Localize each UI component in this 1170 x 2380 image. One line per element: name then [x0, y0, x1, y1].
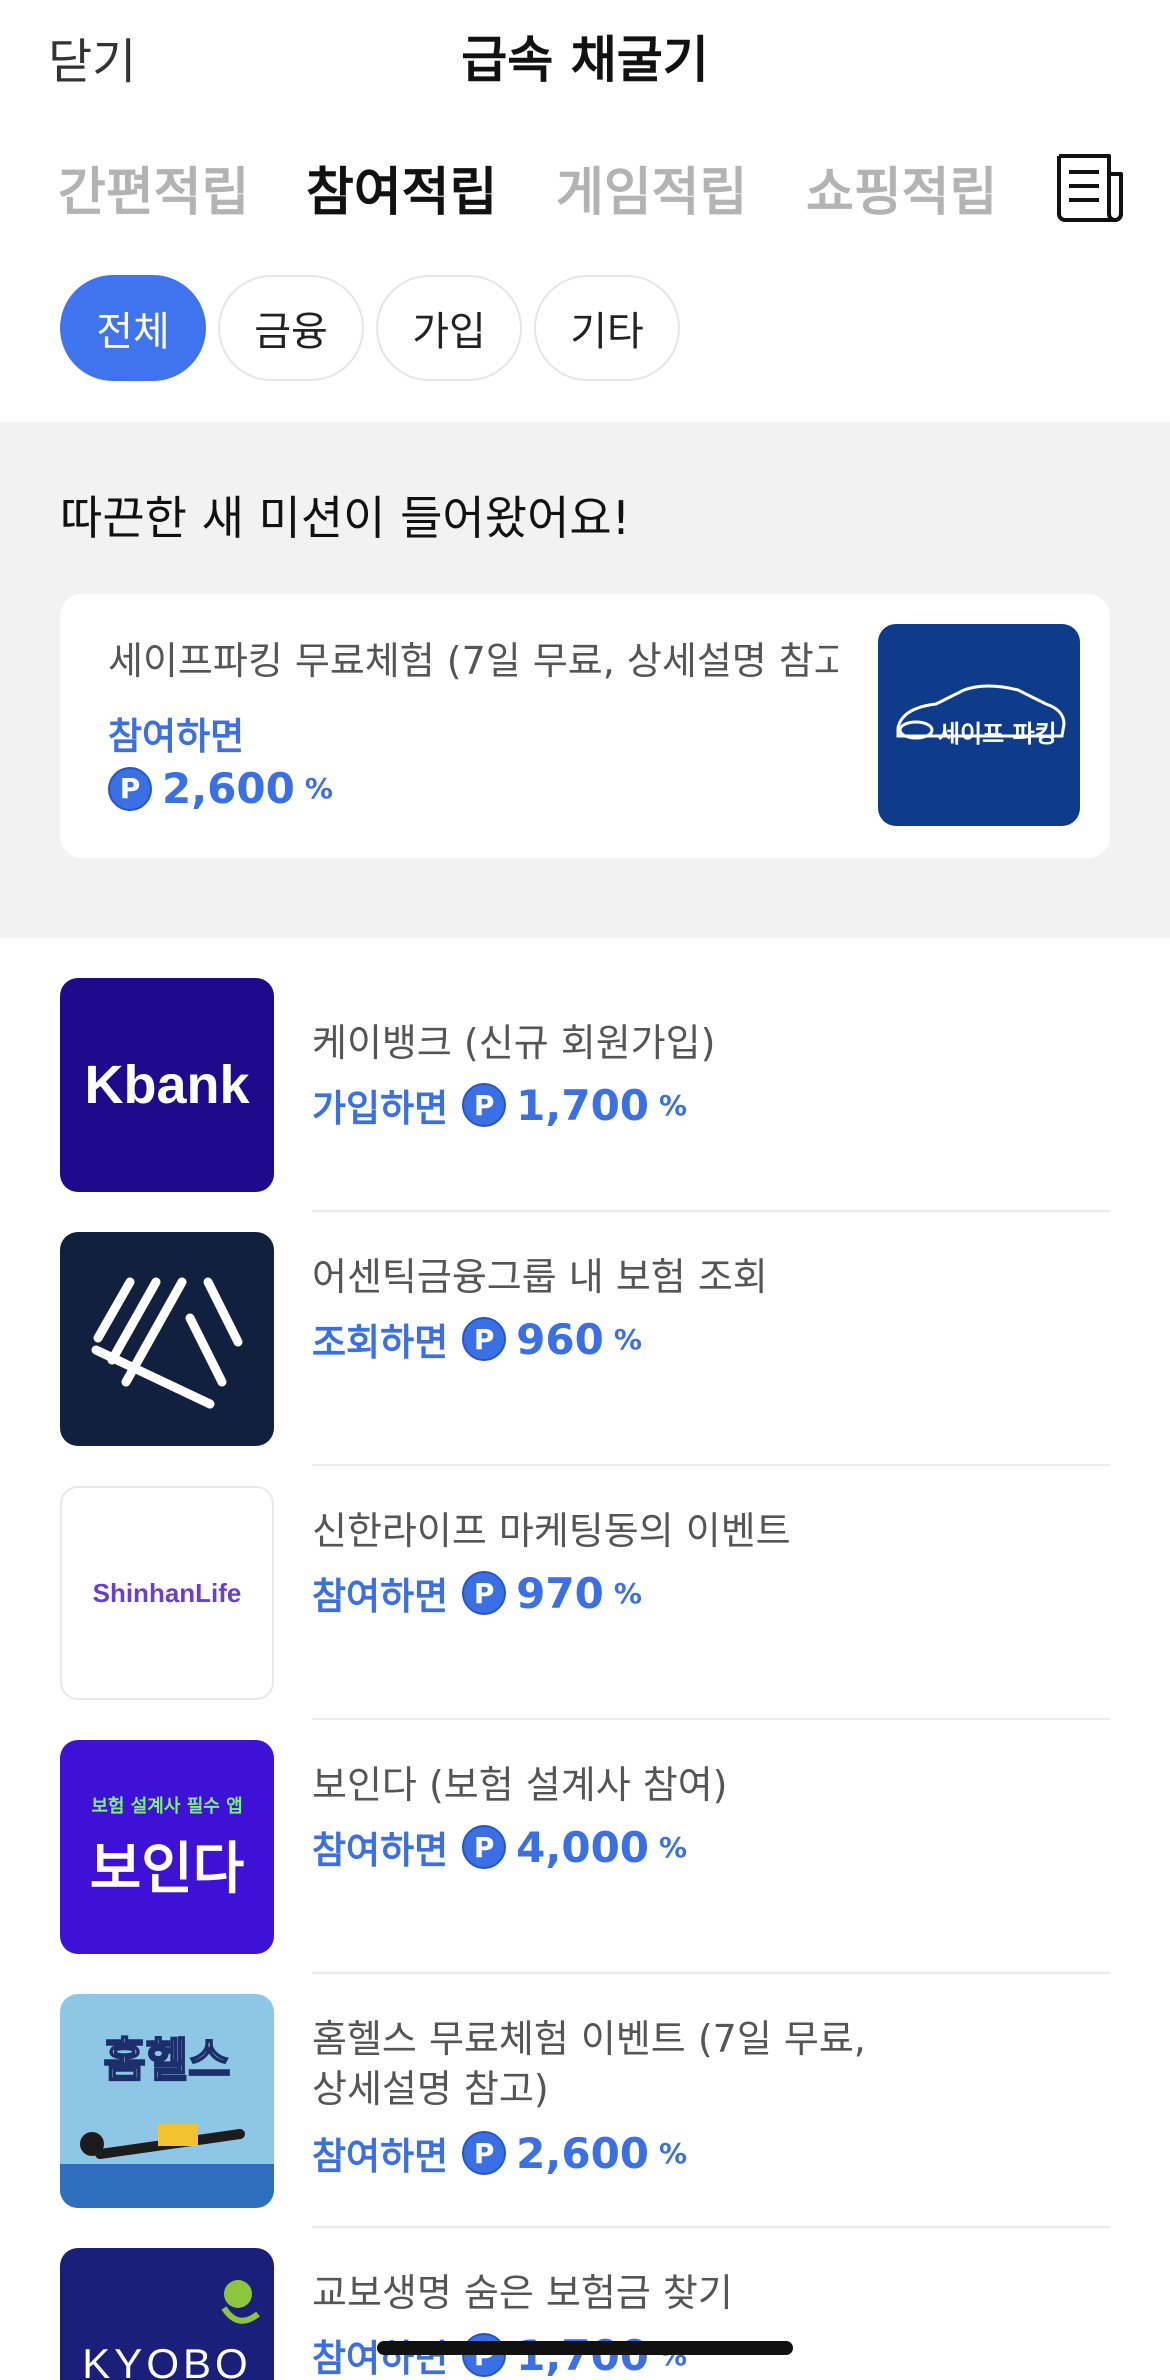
item-title-line2: 상세설명 참고)	[312, 2067, 549, 2111]
homehealth-logo: 홈헬스	[60, 1994, 274, 2208]
item-reward: 참여하면 P 4,000 %	[312, 1820, 687, 1874]
promo-unit: %	[304, 772, 333, 805]
item-title: 어센틱금융그룹 내 보험 조회	[312, 1255, 768, 1299]
boinda-logo-subtext: 보험 설계사 필수 앱	[91, 1796, 243, 1817]
point-icon: P	[462, 1571, 507, 1615]
safe-parking-logo-text: 세이프 파킹	[938, 720, 1057, 748]
shinhanlife-logo-text: ShinhanLife	[92, 1577, 242, 1608]
promo-points: 2,600	[162, 764, 295, 813]
tab-participate[interactable]: 참여적립	[306, 150, 497, 225]
item-action: 가입하면	[312, 1087, 449, 1130]
item-reward: 조회하면 P 960 %	[312, 1312, 642, 1366]
item-points: 1,700	[516, 2330, 650, 2380]
new-mission-section: 따끈한 새 미션이 들어왔어요! 세이프파킹 무료체험 (7일 무료, 상세설명…	[0, 422, 1170, 938]
item-action: 조회하면	[312, 1321, 449, 1364]
safe-parking-logo: 세이프 파킹	[878, 624, 1080, 826]
item-unit: %	[659, 2136, 688, 2170]
point-icon: P	[462, 1083, 507, 1127]
list-item[interactable]: Kbank 케이뱅크 (신규 회원가입) 가입하면 P 1,700 %	[0, 958, 1170, 1212]
promo-action: 참여하면	[108, 715, 245, 758]
point-icon: P	[462, 1825, 507, 1869]
promo-card[interactable]: 세이프파킹 무료체험 (7일 무료, 상세설명 참고) 참여하면 P 2,600…	[60, 594, 1110, 858]
item-points: 960	[516, 1314, 604, 1364]
new-mission-heading: 따끈한 새 미션이 들어왔어요!	[60, 491, 631, 545]
point-icon: P	[108, 766, 152, 811]
tab-shopping[interactable]: 쇼핑적립	[806, 150, 997, 225]
point-icon: P	[462, 1317, 507, 1361]
list-item[interactable]: ShinhanLife 신한라이프 마케팅동의 이벤트 참여하면 P 970 %	[0, 1466, 1170, 1720]
promo-reward: P 2,600 %	[108, 764, 333, 813]
item-reward: 참여하면 P 2,600 %	[312, 2126, 687, 2180]
filter-chip-all[interactable]: 전체	[60, 275, 206, 381]
item-points: 970	[516, 1568, 604, 1618]
page-title: 급속 채굴기	[461, 31, 709, 89]
category-tabs: 간편적립 참여적립 게임적립 쇼핑적립	[0, 150, 1170, 230]
filter-chip-signup[interactable]: 가입	[376, 275, 522, 381]
tab-easy[interactable]: 간편적립	[58, 150, 249, 225]
item-title: 케이뱅크 (신규 회원가입)	[312, 1021, 716, 1065]
filter-chip-etc[interactable]: 기타	[534, 275, 680, 381]
document-list-icon[interactable]	[1055, 152, 1127, 224]
list-item[interactable]: 홈헬스 홈헬스 무료체험 이벤트 (7일 무료, 상세설명 참고) 참여하면 P…	[0, 1974, 1170, 2228]
shinhanlife-logo: ShinhanLife	[60, 1486, 274, 1700]
item-reward: 가입하면 P 1,700 %	[312, 1078, 687, 1132]
item-reward: 참여하면 P 970 %	[312, 1566, 642, 1620]
filter-chip-finance[interactable]: 금융	[218, 275, 364, 381]
plank-figure-icon	[60, 2124, 274, 2208]
item-action: 참여하면	[312, 1575, 449, 1618]
kbank-logo: Kbank	[60, 978, 274, 1192]
list-item[interactable]: KYOBO 교보생명 숨은 보험금 찾기 참여하면 P 1,700 %	[0, 2228, 1170, 2380]
item-action: 참여하면	[312, 1829, 449, 1872]
kyobo-logo-text: KYOBO	[82, 2340, 252, 2380]
authentic-logo-icon	[91, 1277, 243, 1409]
item-points: 1,700	[516, 1080, 650, 1130]
item-action: 참여하면	[312, 2135, 449, 2178]
boinda-logo: 보험 설계사 필수 앱 보인다	[60, 1740, 274, 1954]
item-title: 교보생명 숨은 보험금 찾기	[312, 2271, 733, 2315]
filter-chips: 전체 금융 가입 기타	[60, 275, 680, 381]
item-unit: %	[659, 1830, 688, 1864]
home-indicator	[377, 2341, 793, 2355]
top-bar: 닫기 급속 채굴기	[0, 0, 1170, 110]
item-unit: %	[613, 1322, 642, 1356]
tab-game[interactable]: 게임적립	[556, 150, 747, 225]
point-icon: P	[462, 2333, 507, 2377]
kyobo-logo: KYOBO	[60, 2248, 274, 2380]
list-item[interactable]: 보험 설계사 필수 앱 보인다 보인다 (보험 설계사 참여) 참여하면 P 4…	[0, 1720, 1170, 1974]
item-title: 홈헬스 무료체험 이벤트 (7일 무료,	[312, 2017, 866, 2061]
list-item[interactable]: 어센틱금융그룹 내 보험 조회 조회하면 P 960 %	[0, 1212, 1170, 1466]
authentic-logo	[60, 1232, 274, 1446]
item-title: 신한라이프 마케팅동의 이벤트	[312, 1509, 791, 1553]
kbank-logo-text: Kbank	[84, 1055, 250, 1115]
promo-title: 세이프파킹 무료체험 (7일 무료, 상세설명 참고)	[108, 639, 838, 683]
item-unit: %	[613, 1576, 642, 1610]
item-title: 보인다 (보험 설계사 참여)	[312, 1763, 728, 1807]
item-unit: %	[659, 1088, 688, 1122]
item-points: 4,000	[516, 1822, 650, 1872]
boinda-logo-text: 보인다	[89, 1837, 245, 1902]
item-points: 2,600	[516, 2128, 650, 2178]
point-icon: P	[462, 2131, 507, 2175]
